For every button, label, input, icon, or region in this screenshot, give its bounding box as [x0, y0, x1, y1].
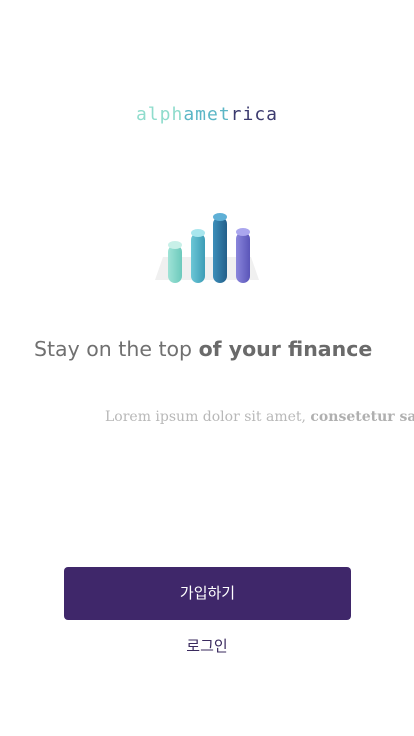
chart-bar-2: [191, 229, 205, 283]
app-logo: alphametrica: [0, 103, 414, 127]
logo-part-2: amet: [183, 104, 231, 125]
signup-button[interactable]: 가입하기: [64, 567, 351, 620]
bar-chart-icon: [147, 205, 267, 295]
logo-part-1: alph: [135, 104, 184, 125]
chart-bar-3: [213, 213, 227, 283]
logo-part-3: rica: [230, 104, 279, 125]
description-regular: Lorem ipsum dolor sit amet,: [105, 409, 311, 425]
headline-bold: of your finance: [198, 337, 373, 361]
headline: Stay on the top of your finance: [34, 335, 372, 363]
bar-chart-illustration: [155, 213, 259, 283]
description-bold: consetetur sadip: [310, 409, 414, 425]
chart-bar-1: [168, 241, 182, 283]
chart-bar-4: [236, 228, 250, 283]
onboarding-screen: alphametrica Stay on the top of your fin…: [0, 0, 414, 736]
description-text: Lorem ipsum dolor sit amet, consetetur s…: [105, 407, 414, 427]
headline-regular: Stay on the top: [34, 337, 199, 361]
login-link[interactable]: 로그인: [0, 635, 414, 657]
